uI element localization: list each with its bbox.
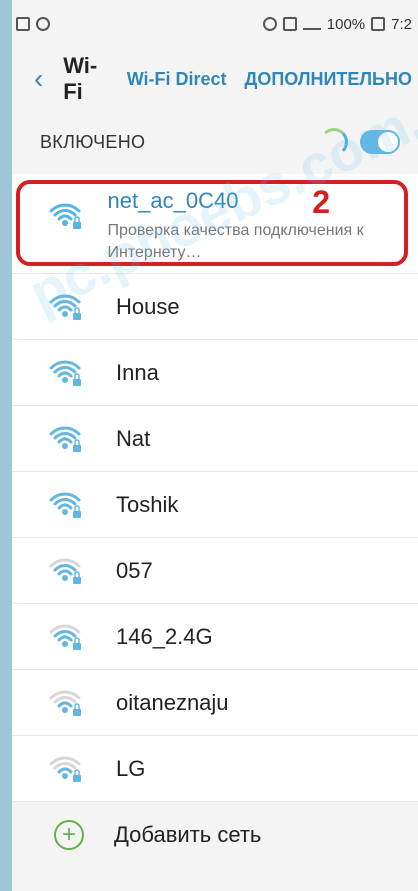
wifi-arc-3 xyxy=(57,701,73,707)
lock-shackle xyxy=(74,438,80,445)
clock: 7:2 xyxy=(391,15,412,33)
wifi-signal-icon xyxy=(49,360,81,386)
lock-icon xyxy=(73,312,81,320)
wifi-arc-2 xyxy=(53,695,77,703)
media-icon xyxy=(36,17,50,31)
page-title: Wi-Fi xyxy=(63,53,98,104)
wifi-dot xyxy=(62,376,68,383)
add-network-button[interactable]: + Добавить сеть xyxy=(12,802,418,868)
network-row[interactable]: Nat xyxy=(12,406,418,472)
wifi-signal-icon xyxy=(49,756,81,782)
lock-icon xyxy=(73,642,81,650)
lock-icon xyxy=(73,378,81,386)
signal-icon xyxy=(302,18,321,30)
lock-shackle xyxy=(74,570,80,577)
lock-shackle xyxy=(74,636,80,643)
wifi-status-icon xyxy=(262,17,277,31)
wifi-dot xyxy=(62,442,68,449)
gallery-icon xyxy=(16,17,30,31)
wifi-icon-wrap xyxy=(48,620,116,654)
network-row[interactable]: Inna xyxy=(12,340,418,406)
wifi-icon-wrap xyxy=(48,752,116,786)
bottom-space xyxy=(12,868,418,891)
network-text: House xyxy=(116,294,180,320)
network-name: Inna xyxy=(116,359,159,385)
lock-icon xyxy=(73,708,81,716)
lock-shackle xyxy=(74,768,80,775)
wifi-arc-3 xyxy=(57,503,73,509)
wifi-icon-wrap xyxy=(48,488,116,522)
wifi-arc-3 xyxy=(57,767,73,773)
network-name: LG xyxy=(116,755,146,781)
wifi-dot xyxy=(62,640,68,647)
network-text: Toshik xyxy=(116,492,178,518)
add-network-label: Добавить сеть xyxy=(114,822,262,847)
wifi-icon-wrap xyxy=(48,554,116,588)
lock-icon xyxy=(73,510,81,518)
lock-shackle xyxy=(74,372,80,379)
network-row[interactable]: LG xyxy=(12,736,418,802)
lock-icon xyxy=(73,444,81,452)
plus-icon: + xyxy=(54,820,84,850)
tab-wifi-direct[interactable]: Wi-Fi Direct xyxy=(127,69,227,90)
wifi-icon-wrap xyxy=(48,356,116,390)
network-name: Toshik xyxy=(116,491,179,517)
lock-icon xyxy=(73,774,81,782)
wifi-arc-2 xyxy=(53,365,77,373)
back-button[interactable]: ‹ xyxy=(34,65,63,93)
wifi-switch-label: ВКЛЮЧЕНО xyxy=(40,131,146,152)
wifi-arc-2 xyxy=(53,431,77,439)
network-name: oitaneznaju xyxy=(116,689,229,715)
network-text: 057 xyxy=(116,558,153,584)
wifi-arc-2 xyxy=(53,497,77,505)
wifi-icon-wrap xyxy=(48,686,116,720)
wifi-arc-2 xyxy=(53,629,77,637)
lock-shackle xyxy=(74,702,80,709)
network-name: 146_2.4G xyxy=(116,623,213,649)
wifi-dot xyxy=(62,508,68,515)
network-text: Inna xyxy=(116,360,159,386)
network-text: oitaneznaju xyxy=(116,690,229,716)
wifi-icon-wrap xyxy=(48,422,116,456)
network-text: Nat xyxy=(116,426,150,452)
wifi-signal-icon xyxy=(49,558,81,584)
wifi-signal-icon xyxy=(49,426,81,452)
network-name: 057 xyxy=(116,557,153,583)
network-row[interactable]: Toshik xyxy=(12,472,418,538)
wifi-signal-icon xyxy=(49,624,81,650)
wifi-dot xyxy=(62,574,68,581)
sim-icon xyxy=(282,17,297,31)
wifi-arc-3 xyxy=(57,569,73,575)
wifi-dot xyxy=(62,772,68,779)
wifi-arc-2 xyxy=(53,563,77,571)
top-bar: ‹ Wi-Fi Wi-Fi Direct ДОПОЛНИТЕЛЬНО xyxy=(12,48,418,110)
battery-percent: 100% xyxy=(326,15,366,33)
lock-shackle xyxy=(74,504,80,511)
battery-icon xyxy=(371,17,386,31)
network-row[interactable]: 146_2.4G xyxy=(12,604,418,670)
network-name: Nat xyxy=(116,425,151,451)
wifi-dot xyxy=(62,706,68,713)
network-text: LG xyxy=(116,756,145,782)
lock-icon xyxy=(73,576,81,584)
wifi-arc-3 xyxy=(57,371,73,377)
network-name: House xyxy=(116,293,180,319)
wifi-arc-2 xyxy=(53,761,77,769)
status-bar: 100% 7:2 xyxy=(12,0,418,48)
wifi-signal-icon xyxy=(49,492,81,518)
network-row[interactable]: oitaneznaju xyxy=(12,670,418,736)
wifi-arc-3 xyxy=(57,635,73,641)
wifi-signal-icon xyxy=(49,690,81,716)
tab-more[interactable]: ДОПОЛНИТЕЛЬНО xyxy=(245,69,412,90)
network-row[interactable]: 057 xyxy=(12,538,418,604)
wifi-arc-3 xyxy=(57,437,73,443)
network-text: 146_2.4G xyxy=(116,624,213,650)
